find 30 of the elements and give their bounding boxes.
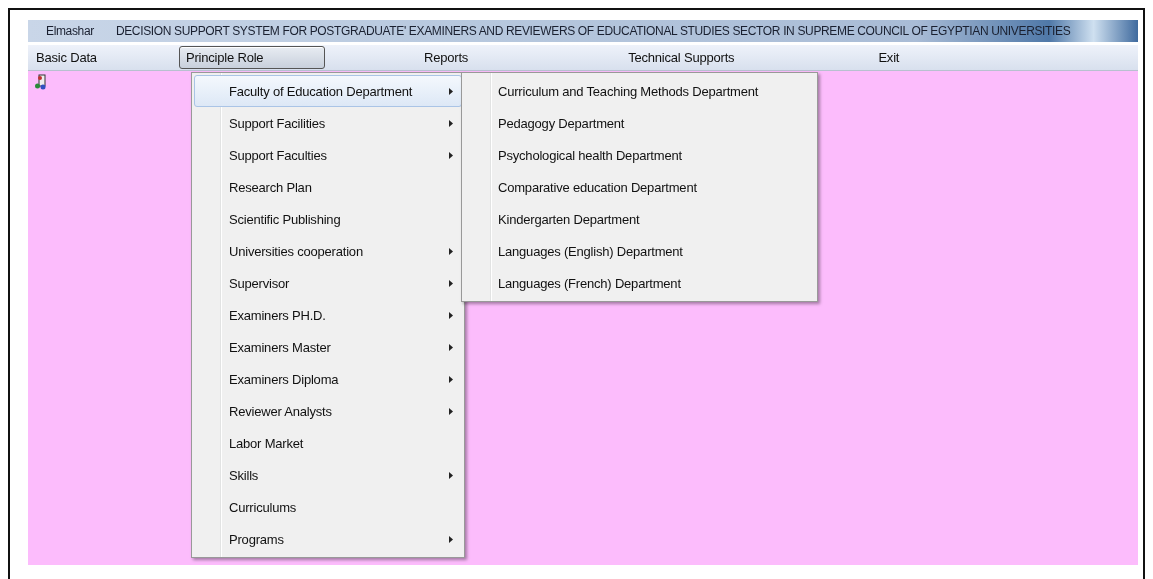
- menu-item[interactable]: Labor Market: [194, 427, 462, 459]
- menu-item[interactable]: Kindergarten Department: [464, 203, 815, 235]
- menu-item[interactable]: Examiners PH.D.: [194, 299, 462, 331]
- menu-item[interactable]: Support Facilities: [194, 107, 462, 139]
- app-name: Elmashar: [46, 24, 94, 38]
- menu-item[interactable]: Languages (English) Department: [464, 235, 815, 267]
- menu-item[interactable]: Curriculum and Teaching Methods Department: [464, 75, 815, 107]
- menu-item[interactable]: Reports: [417, 46, 476, 69]
- menu-item[interactable]: Skills: [194, 459, 462, 491]
- menu-item[interactable]: Principle Role: [179, 46, 325, 69]
- menu-item[interactable]: Psychological health Department: [464, 139, 815, 171]
- menu-item[interactable]: Supervisor: [194, 267, 462, 299]
- menu-item[interactable]: Support Faculties: [194, 139, 462, 171]
- menu-item[interactable]: Examiners Diploma: [194, 363, 462, 395]
- menu-item[interactable]: Faculty of Education Department: [194, 75, 462, 107]
- menu-item[interactable]: Examiners Master: [194, 331, 462, 363]
- menu-item[interactable]: Comparative education Department: [464, 171, 815, 203]
- menu-item[interactable]: Scientific Publishing: [194, 203, 462, 235]
- menu-item[interactable]: Universities cooperation: [194, 235, 462, 267]
- menu-item[interactable]: Programs: [194, 523, 462, 555]
- menu-item[interactable]: Languages (French) Department: [464, 267, 815, 299]
- window-title: DECISION SUPPORT SYSTEM FOR POSTGRADUATE' EXAMINERS AND REVIEWERS OF EDUCATIONAL STUDIES SECTOR IN SUPREME COUNCIL OF EGYPTIAN UNIVERSITIES: [115, 24, 1071, 38]
- menu-item[interactable]: Reviewer Analysts: [194, 395, 462, 427]
- menu-item[interactable]: Technical Supports: [621, 46, 742, 69]
- menu-item[interactable]: Exit: [871, 46, 907, 69]
- menu-item[interactable]: Curriculums: [194, 491, 462, 523]
- menu-item[interactable]: Basic Data: [29, 46, 179, 69]
- menu-item[interactable]: Research Plan: [194, 171, 462, 203]
- menu-item[interactable]: Pedagogy Department: [464, 107, 815, 139]
- app-icon: [34, 74, 48, 90]
